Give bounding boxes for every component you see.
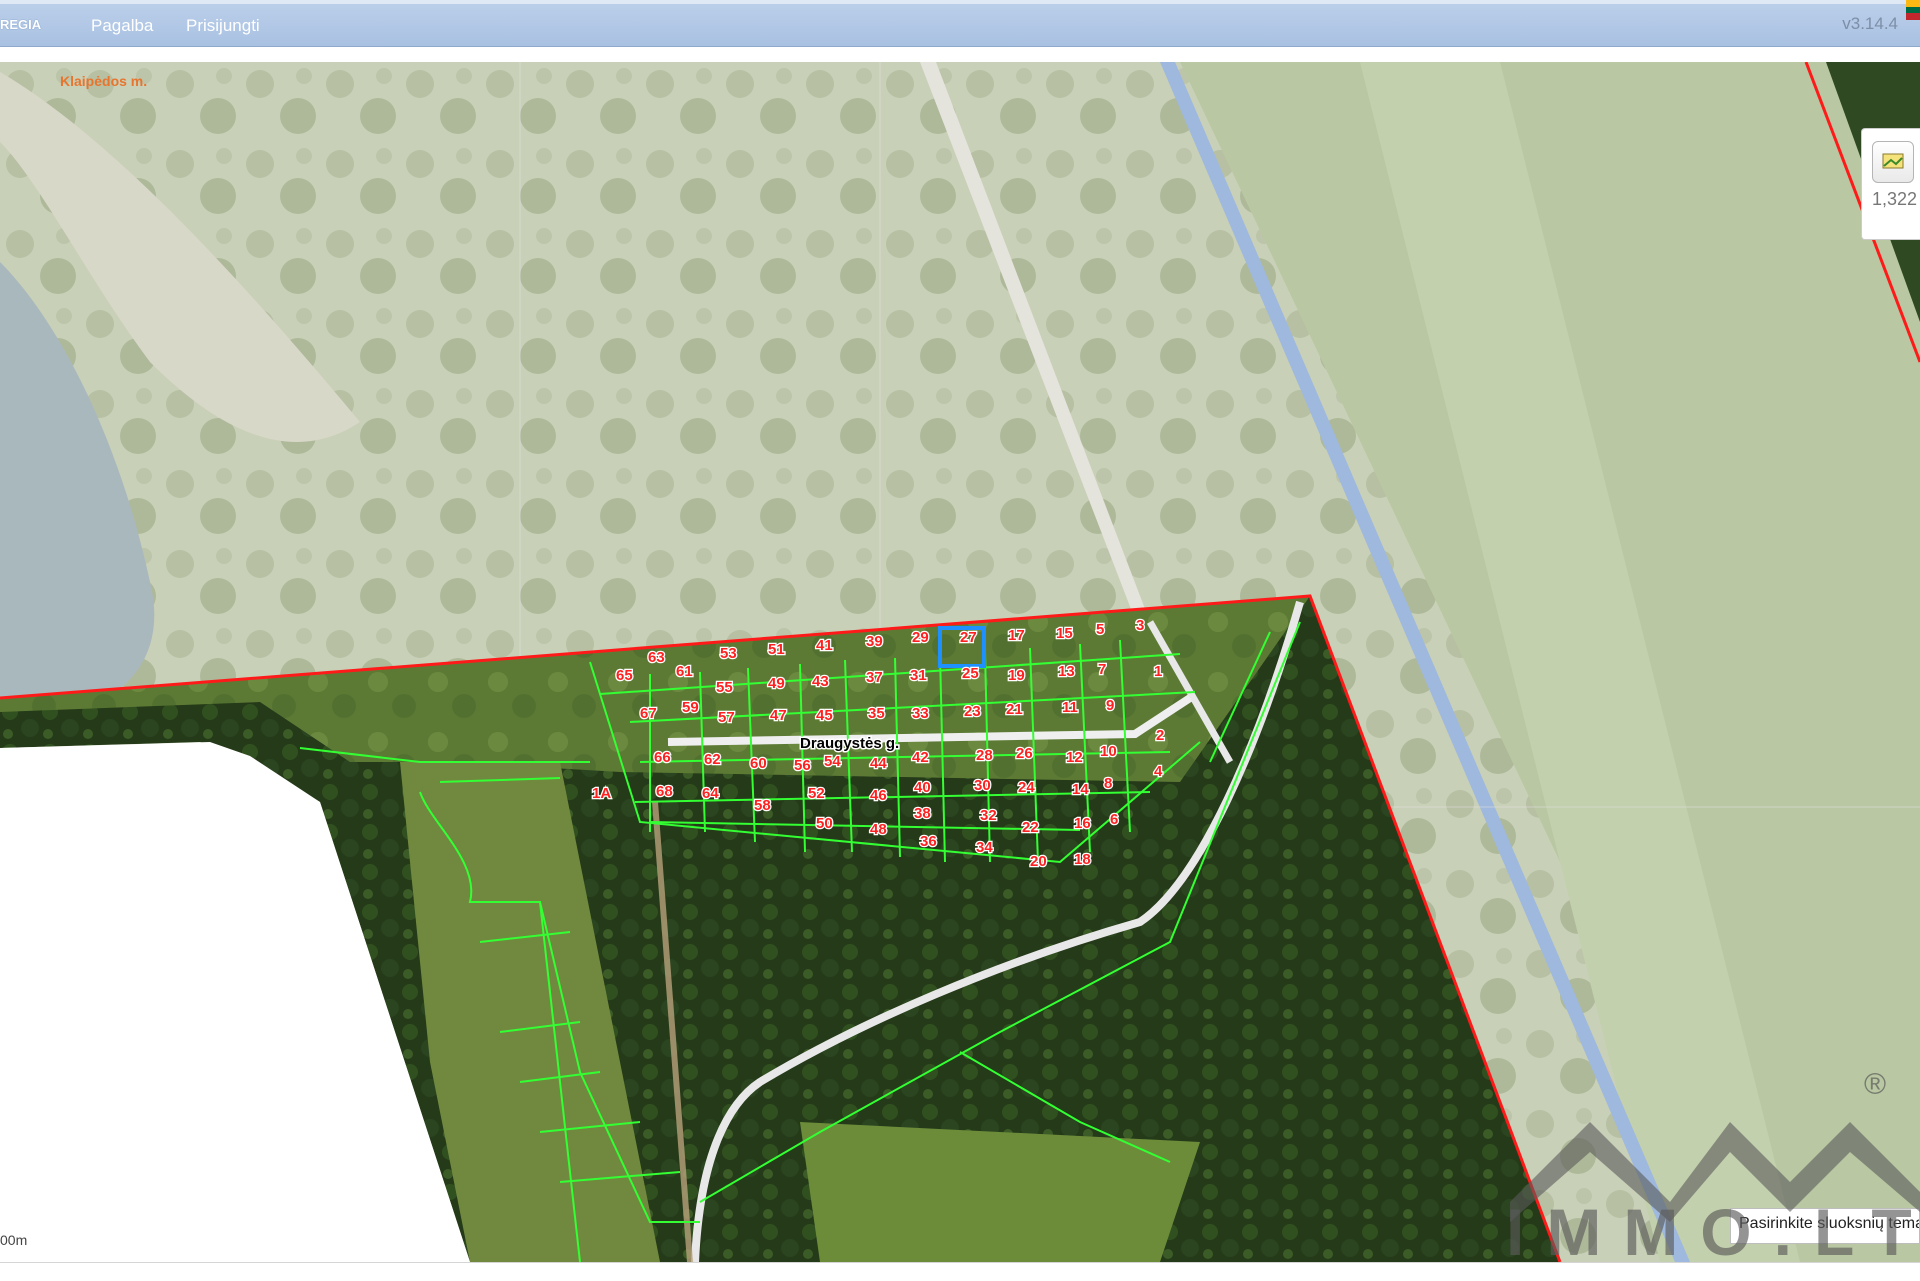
plot-number[interactable]: 49 bbox=[767, 674, 786, 694]
plot-number[interactable]: 54 bbox=[823, 752, 843, 772]
plot-number[interactable]: 39 bbox=[865, 632, 884, 652]
plot-number[interactable]: 4 bbox=[1153, 762, 1165, 782]
plot-number[interactable]: 62 bbox=[703, 750, 722, 770]
plot-number[interactable]: 59 bbox=[681, 698, 700, 718]
plot-number[interactable]: 15 bbox=[1055, 624, 1074, 644]
plot-number[interactable]: 10 bbox=[1099, 742, 1118, 762]
plot-number[interactable]: 8 bbox=[1103, 774, 1114, 794]
registered-mark: ® bbox=[1864, 1068, 1887, 1101]
street-label: Draugystės g. bbox=[800, 735, 899, 752]
plot-number[interactable]: 14 bbox=[1071, 780, 1091, 800]
plot-number[interactable]: 56 bbox=[793, 756, 812, 776]
plot-number[interactable]: 19 bbox=[1007, 666, 1026, 686]
plot-number[interactable]: 11 bbox=[1061, 698, 1079, 718]
plot-number[interactable]: 9 bbox=[1105, 696, 1116, 716]
version-label: v3.14.4 bbox=[1842, 14, 1898, 33]
plot-number[interactable]: 36 bbox=[919, 832, 938, 852]
plot-number[interactable]: 45 bbox=[815, 706, 834, 726]
plot-number[interactable]: 52 bbox=[807, 784, 826, 804]
plot-number[interactable]: 42 bbox=[911, 748, 930, 768]
plot-number[interactable]: 32 bbox=[979, 806, 998, 826]
menu-login[interactable]: Prisijungti bbox=[186, 16, 260, 36]
plot-number[interactable]: 68 bbox=[655, 782, 674, 802]
plot-number[interactable]: 5 bbox=[1095, 620, 1106, 640]
layer-tool-button[interactable] bbox=[1872, 141, 1914, 183]
plot-number[interactable]: 41 bbox=[815, 636, 834, 656]
plot-number[interactable]: 12 bbox=[1065, 748, 1084, 768]
plot-number[interactable]: 18 bbox=[1073, 850, 1092, 870]
plot-number[interactable]: 47 bbox=[769, 706, 788, 726]
plot-number[interactable]: 7 bbox=[1097, 660, 1108, 680]
plot-number[interactable]: 2 bbox=[1155, 726, 1166, 746]
plot-number[interactable]: 58 bbox=[753, 796, 772, 816]
plot-number[interactable]: 43 bbox=[811, 672, 830, 692]
plot-number[interactable]: 26 bbox=[1015, 744, 1034, 764]
plot-number[interactable]: 6 bbox=[1109, 810, 1120, 830]
plot-number[interactable]: 37 bbox=[865, 668, 884, 688]
menu-help[interactable]: Pagalba bbox=[91, 16, 153, 36]
plot-number[interactable]: 63 bbox=[647, 648, 666, 668]
plot-number[interactable]: 67 bbox=[639, 704, 658, 724]
scale-bar-label: 00m bbox=[0, 1232, 28, 1248]
watermark-text: IMMO.LT bbox=[1506, 1195, 1920, 1269]
plot-number[interactable]: 50 bbox=[815, 814, 834, 834]
map-tool-panel: 1,322 bbox=[1861, 128, 1920, 240]
plot-number[interactable]: 65 bbox=[615, 666, 634, 686]
plot-number[interactable]: 31 bbox=[909, 666, 928, 686]
toolbar-highlight bbox=[0, 0, 1920, 4]
plot-number[interactable]: 29 bbox=[911, 628, 930, 648]
plot-number[interactable]: 48 bbox=[869, 820, 888, 840]
plot-number[interactable]: 35 bbox=[867, 704, 886, 724]
plot-number[interactable]: 60 bbox=[749, 754, 768, 774]
plot-number[interactable]: 64 bbox=[701, 784, 721, 804]
plot-number[interactable]: 61 bbox=[675, 662, 694, 682]
plot-number[interactable]: 21 bbox=[1005, 700, 1024, 720]
plot-number[interactable]: 33 bbox=[911, 704, 930, 724]
plot-number[interactable]: 17 bbox=[1007, 626, 1026, 646]
plot-number[interactable]: 38 bbox=[913, 804, 932, 824]
plot-number[interactable]: 40 bbox=[913, 778, 932, 798]
plot-number[interactable]: 13 bbox=[1057, 662, 1076, 682]
plot-number[interactable]: 28 bbox=[975, 746, 994, 766]
plot-number-1a[interactable]: 1A bbox=[591, 784, 613, 804]
brand-logo[interactable]: REGIA bbox=[0, 17, 41, 32]
plot-number[interactable]: 30 bbox=[973, 776, 992, 796]
plot-number[interactable]: 57 bbox=[717, 708, 736, 728]
plot-number[interactable]: 34 bbox=[975, 838, 995, 858]
field-south bbox=[800, 1122, 1200, 1262]
plot-number[interactable]: 24 bbox=[1017, 778, 1037, 798]
plot-number[interactable]: 22 bbox=[1021, 818, 1040, 838]
plot-number[interactable]: 53 bbox=[719, 644, 738, 664]
plot-number[interactable]: 1 bbox=[1153, 662, 1164, 682]
lithuania-flag-icon[interactable] bbox=[1906, 0, 1920, 20]
status-bar bbox=[0, 1262, 1920, 1281]
layers-icon bbox=[1882, 153, 1904, 169]
plot-number[interactable]: 46 bbox=[869, 786, 888, 806]
plot-number[interactable]: 55 bbox=[715, 678, 734, 698]
plot-number-selected[interactable]: 27 bbox=[959, 628, 978, 648]
plot-number[interactable]: 16 bbox=[1073, 814, 1092, 834]
plot-number[interactable]: 44 bbox=[869, 754, 889, 774]
plot-number[interactable]: 23 bbox=[963, 702, 982, 722]
plot-number[interactable]: 20 bbox=[1029, 852, 1048, 872]
plot-number[interactable]: 3 bbox=[1135, 616, 1146, 636]
plot-number[interactable]: 51 bbox=[767, 640, 786, 660]
plot-number[interactable]: 66 bbox=[653, 748, 672, 768]
city-label: Klaipėdos m. bbox=[60, 73, 147, 89]
plot-number[interactable]: 25 bbox=[961, 664, 980, 684]
measure-value: 1,322 bbox=[1872, 189, 1918, 209]
top-toolbar: REGIA Pagalba Prisijungti v3.14.4 bbox=[0, 0, 1920, 47]
